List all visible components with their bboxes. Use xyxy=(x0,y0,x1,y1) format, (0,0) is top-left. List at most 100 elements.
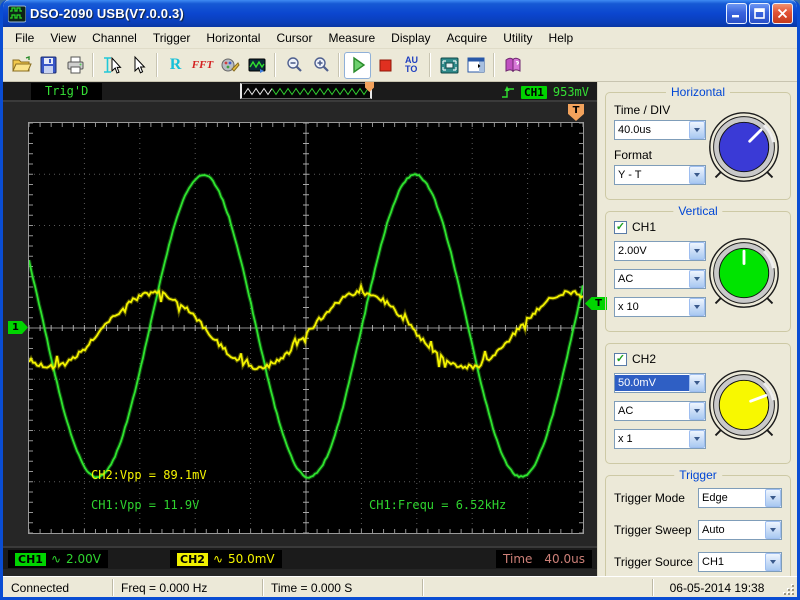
ch1-coupling-select[interactable]: AC xyxy=(614,269,706,289)
trigger-status: Trig'D xyxy=(31,83,102,100)
menu-measure[interactable]: Measure xyxy=(320,28,383,48)
ch2-vpp-measurement: CH2:Vpp = 89.1mV xyxy=(91,468,207,482)
save-floppy-icon xyxy=(37,54,59,76)
edge-trigger-icon xyxy=(501,85,515,100)
trigger-source-label: Trigger Source xyxy=(614,555,693,569)
chevron-down-icon[interactable] xyxy=(689,374,705,392)
menu-file[interactable]: File xyxy=(7,28,42,48)
ch2-volts-div-select[interactable]: 50.0mV xyxy=(614,373,706,393)
minimize-button[interactable] xyxy=(726,3,747,24)
status-bar: Connected Freq = 0.000 Hz Time = 0.000 S… xyxy=(3,576,797,597)
ch1-checkbox[interactable]: ✓ xyxy=(614,221,627,234)
chevron-down-icon[interactable] xyxy=(689,242,705,260)
pointer-button[interactable] xyxy=(125,52,152,79)
start-button[interactable] xyxy=(344,52,371,79)
trigger-source-badge: CH1 xyxy=(521,86,547,99)
ch1-volts-div-readout: 2.00V xyxy=(66,552,101,566)
chevron-down-icon[interactable] xyxy=(689,270,705,288)
cursor-measure-button[interactable] xyxy=(98,52,125,79)
chevron-down-icon[interactable] xyxy=(689,402,705,420)
menu-view[interactable]: View xyxy=(42,28,84,48)
chevron-down-icon[interactable] xyxy=(689,298,705,316)
ch1-probe-select[interactable]: x 10 xyxy=(614,297,706,317)
refresh-button[interactable]: R xyxy=(162,52,189,79)
auto-setup-button[interactable]: AUTO xyxy=(398,52,425,79)
ch1-probe-value: x 10 xyxy=(615,299,689,315)
menu-trigger[interactable]: Trigger xyxy=(145,28,199,48)
fft-icon: FFT xyxy=(192,59,213,71)
ch2-probe-select[interactable]: x 1 xyxy=(614,429,706,449)
scope-header: Trig'D CH1 953mV xyxy=(3,82,597,102)
ch2-checkbox[interactable]: ✓ xyxy=(614,353,627,366)
vertical-ch1-group: Vertical ✓ CH1 2.00V AC xyxy=(605,211,791,332)
trigger-source-select[interactable]: CH1 xyxy=(698,552,782,572)
ch2-coupling-select[interactable]: AC xyxy=(614,401,706,421)
trigger-position-preview[interactable] xyxy=(240,83,372,99)
ch2-probe-value: x 1 xyxy=(615,431,689,447)
time-label: Time xyxy=(503,552,532,566)
close-icon xyxy=(777,8,788,19)
toolbar-separator xyxy=(274,53,276,77)
window-title: DSO-2090 USB(V7.0.0.3) xyxy=(30,6,724,21)
print-button[interactable] xyxy=(61,52,88,79)
menu-utility[interactable]: Utility xyxy=(495,28,540,48)
toolbar-separator xyxy=(92,53,94,77)
menu-display[interactable]: Display xyxy=(383,28,438,48)
ch2-position-knob[interactable] xyxy=(706,367,782,443)
app-logo-icon xyxy=(8,5,26,23)
maximize-button[interactable] xyxy=(749,3,770,24)
menu-acquire[interactable]: Acquire xyxy=(439,28,496,48)
menu-help[interactable]: Help xyxy=(541,28,582,48)
chevron-down-icon[interactable] xyxy=(689,166,705,184)
time-div-select[interactable]: 40.0us xyxy=(614,120,706,140)
chevron-down-icon[interactable] xyxy=(765,521,781,539)
chevron-down-icon[interactable] xyxy=(689,121,705,139)
menu-horizontal[interactable]: Horizontal xyxy=(198,28,268,48)
help-book-icon xyxy=(502,54,524,76)
color-palette-button[interactable] xyxy=(216,52,243,79)
vertical-ch2-group: ✓ CH2 50.0mV AC x 1 xyxy=(605,343,791,464)
horizontal-knob[interactable] xyxy=(706,109,782,185)
ch1-position-knob[interactable] xyxy=(706,235,782,311)
ch2-volts-div-readout: 50.0mV xyxy=(228,552,275,566)
menu-cursor[interactable]: Cursor xyxy=(268,28,320,48)
auto-setup-icon: AUTO xyxy=(405,56,418,74)
open-button[interactable] xyxy=(7,52,34,79)
zoom-out-button[interactable] xyxy=(280,52,307,79)
waveform-display-button[interactable] xyxy=(243,52,270,79)
window-layout-button[interactable] xyxy=(462,52,489,79)
trigger-level-marker[interactable]: T xyxy=(585,297,607,310)
main-area: Trig'D CH1 953mV 1 T T CH2:Vpp = 89.1mV xyxy=(3,82,797,576)
trigger-mode-select[interactable]: Edge xyxy=(698,488,782,508)
color-palette-icon xyxy=(219,54,241,76)
menu-channel[interactable]: Channel xyxy=(84,28,145,48)
save-button[interactable] xyxy=(34,52,61,79)
title-bar: DSO-2090 USB(V7.0.0.3) xyxy=(3,0,797,27)
refresh-r-icon: R xyxy=(170,56,182,74)
format-label: Format xyxy=(614,148,706,162)
horizontal-group: Horizontal Time / DIV 40.0us Format Y - … xyxy=(605,92,791,200)
trigger-level-readout: 953mV xyxy=(553,85,589,99)
trigger-sweep-select[interactable]: Auto xyxy=(698,520,782,540)
fft-button[interactable]: FFT xyxy=(189,52,216,79)
trigger-readout-cluster: CH1 953mV xyxy=(501,83,589,101)
full-screen-button[interactable] xyxy=(435,52,462,79)
zoom-in-button[interactable] xyxy=(307,52,334,79)
ch1-checkbox-label: CH1 xyxy=(632,220,656,234)
scope-column: Trig'D CH1 953mV 1 T T CH2:Vpp = 89.1mV xyxy=(3,82,597,576)
resize-grip[interactable] xyxy=(781,582,795,596)
ch1-volts-div-select[interactable]: 2.00V xyxy=(614,241,706,261)
close-button[interactable] xyxy=(772,3,793,24)
format-select[interactable]: Y - T xyxy=(614,165,706,185)
chevron-down-icon[interactable] xyxy=(765,489,781,507)
stop-button[interactable] xyxy=(371,52,398,79)
toolbar-separator xyxy=(338,53,340,77)
trigger-time-marker[interactable]: T xyxy=(568,104,584,121)
chevron-down-icon[interactable] xyxy=(689,430,705,448)
ch1-position-marker[interactable]: 1 xyxy=(8,321,28,334)
print-icon xyxy=(64,54,86,76)
chevron-down-icon[interactable] xyxy=(765,553,781,571)
menu-bar: File View Channel Trigger Horizontal Cur… xyxy=(3,27,797,49)
ch1-badge: CH1 xyxy=(15,553,46,566)
help-button[interactable] xyxy=(499,52,526,79)
